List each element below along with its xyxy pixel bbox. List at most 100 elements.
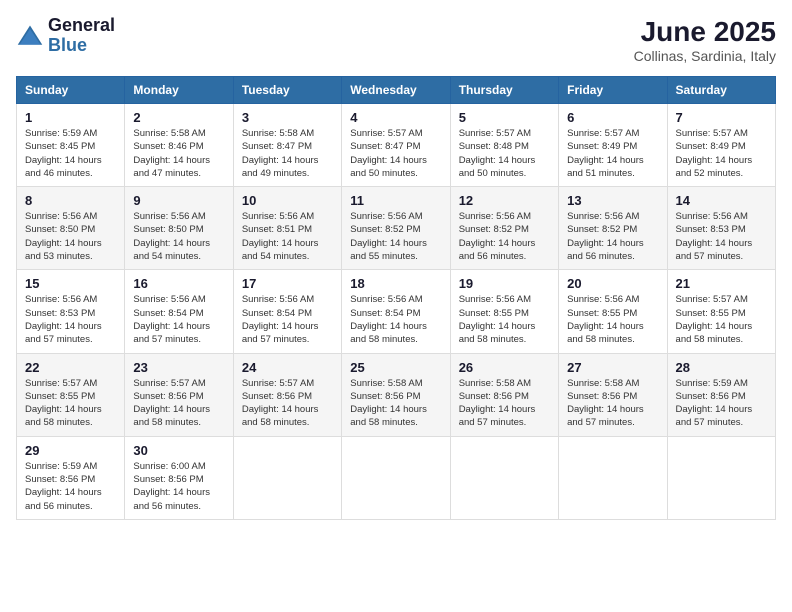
calendar-cell [342, 436, 450, 519]
day-info: Sunrise: 5:58 AMSunset: 8:56 PMDaylight:… [567, 377, 658, 430]
day-info: Sunrise: 5:56 AMSunset: 8:51 PMDaylight:… [242, 210, 333, 263]
day-number: 1 [25, 110, 116, 125]
day-number: 13 [567, 193, 658, 208]
day-info: Sunrise: 6:00 AMSunset: 8:56 PMDaylight:… [133, 460, 224, 513]
day-info: Sunrise: 5:56 AMSunset: 8:50 PMDaylight:… [133, 210, 224, 263]
day-info: Sunrise: 5:57 AMSunset: 8:48 PMDaylight:… [459, 127, 550, 180]
calendar-cell: 26 Sunrise: 5:58 AMSunset: 8:56 PMDayligh… [450, 353, 558, 436]
day-info: Sunrise: 5:56 AMSunset: 8:54 PMDaylight:… [242, 293, 333, 346]
day-info: Sunrise: 5:57 AMSunset: 8:56 PMDaylight:… [242, 377, 333, 430]
day-number: 8 [25, 193, 116, 208]
day-info: Sunrise: 5:56 AMSunset: 8:52 PMDaylight:… [459, 210, 550, 263]
calendar-cell [233, 436, 341, 519]
calendar-cell [450, 436, 558, 519]
day-info: Sunrise: 5:56 AMSunset: 8:55 PMDaylight:… [567, 293, 658, 346]
calendar-cell: 10 Sunrise: 5:56 AMSunset: 8:51 PMDayligh… [233, 187, 341, 270]
calendar-cell: 20Sunrise: 5:56 AMSunset: 8:55 PMDayligh… [559, 270, 667, 353]
day-number: 25 [350, 360, 441, 375]
day-number: 4 [350, 110, 441, 125]
logo-blue-text: Blue [48, 36, 115, 56]
calendar-week-row: 15 Sunrise: 5:56 AMSunset: 8:53 PMDayligh… [17, 270, 776, 353]
calendar-week-row: 8 Sunrise: 5:56 AMSunset: 8:50 PMDaylight… [17, 187, 776, 270]
day-info: Sunrise: 5:57 AMSunset: 8:47 PMDaylight:… [350, 127, 441, 180]
day-number: 16 [133, 276, 224, 291]
day-info: Sunrise: 5:57 AMSunset: 8:49 PMDaylight:… [676, 127, 767, 180]
calendar-cell [667, 436, 775, 519]
day-number: 12 [459, 193, 550, 208]
calendar-cell: 30 Sunrise: 6:00 AMSunset: 8:56 PMDayligh… [125, 436, 233, 519]
weekday-header-wednesday: Wednesday [342, 77, 450, 104]
calendar-cell: 17 Sunrise: 5:56 AMSunset: 8:54 PMDayligh… [233, 270, 341, 353]
day-info: Sunrise: 5:56 AMSunset: 8:53 PMDaylight:… [676, 210, 767, 263]
calendar-cell: 16 Sunrise: 5:56 AMSunset: 8:54 PMDayligh… [125, 270, 233, 353]
day-number: 7 [676, 110, 767, 125]
calendar-cell: 25 Sunrise: 5:58 AMSunset: 8:56 PMDayligh… [342, 353, 450, 436]
day-info: Sunrise: 5:58 AMSunset: 8:47 PMDaylight:… [242, 127, 333, 180]
logo-general-text: General [48, 16, 115, 36]
weekday-header-friday: Friday [559, 77, 667, 104]
day-info: Sunrise: 5:56 AMSunset: 8:53 PMDaylight:… [25, 293, 116, 346]
day-number: 18 [350, 276, 441, 291]
day-info: Sunrise: 5:56 AMSunset: 8:52 PMDaylight:… [567, 210, 658, 263]
day-number: 10 [242, 193, 333, 208]
calendar-cell: 4 Sunrise: 5:57 AMSunset: 8:47 PMDaylight… [342, 104, 450, 187]
day-info: Sunrise: 5:56 AMSunset: 8:54 PMDaylight:… [350, 293, 441, 346]
logo-icon [16, 22, 44, 50]
calendar-cell: 22Sunrise: 5:57 AMSunset: 8:55 PMDayligh… [17, 353, 125, 436]
calendar-cell: 8Sunrise: 5:56 AMSunset: 8:50 PMDaylight… [17, 187, 125, 270]
calendar-cell: 21Sunrise: 5:57 AMSunset: 8:55 PMDayligh… [667, 270, 775, 353]
calendar-week-row: 22Sunrise: 5:57 AMSunset: 8:55 PMDayligh… [17, 353, 776, 436]
calendar-table: SundayMondayTuesdayWednesdayThursdayFrid… [16, 76, 776, 520]
calendar-cell: 23Sunrise: 5:57 AMSunset: 8:56 PMDayligh… [125, 353, 233, 436]
day-number: 11 [350, 193, 441, 208]
logo: General Blue [16, 16, 115, 56]
day-info: Sunrise: 5:56 AMSunset: 8:55 PMDaylight:… [459, 293, 550, 346]
day-number: 2 [133, 110, 224, 125]
calendar-cell: 5Sunrise: 5:57 AMSunset: 8:48 PMDaylight… [450, 104, 558, 187]
calendar-cell: 19 Sunrise: 5:56 AMSunset: 8:55 PMDayligh… [450, 270, 558, 353]
day-number: 24 [242, 360, 333, 375]
day-number: 21 [676, 276, 767, 291]
day-number: 3 [242, 110, 333, 125]
header: General Blue June 2025 Collinas, Sardini… [16, 16, 776, 64]
calendar-cell: 24 Sunrise: 5:57 AMSunset: 8:56 PMDayligh… [233, 353, 341, 436]
weekday-header-monday: Monday [125, 77, 233, 104]
weekday-header-thursday: Thursday [450, 77, 558, 104]
title-section: June 2025 Collinas, Sardinia, Italy [634, 16, 776, 64]
day-number: 17 [242, 276, 333, 291]
day-number: 27 [567, 360, 658, 375]
calendar-week-row: 1Sunrise: 5:59 AMSunset: 8:45 PMDaylight… [17, 104, 776, 187]
calendar-week-row: 29 Sunrise: 5:59 AMSunset: 8:56 PMDayligh… [17, 436, 776, 519]
calendar-cell: 15 Sunrise: 5:56 AMSunset: 8:53 PMDayligh… [17, 270, 125, 353]
calendar-cell: 13 Sunrise: 5:56 AMSunset: 8:52 PMDayligh… [559, 187, 667, 270]
calendar-cell: 3 Sunrise: 5:58 AMSunset: 8:47 PMDaylight… [233, 104, 341, 187]
day-info: Sunrise: 5:56 AMSunset: 8:52 PMDaylight:… [350, 210, 441, 263]
day-number: 15 [25, 276, 116, 291]
day-number: 19 [459, 276, 550, 291]
calendar-cell: 2 Sunrise: 5:58 AMSunset: 8:46 PMDaylight… [125, 104, 233, 187]
day-number: 30 [133, 443, 224, 458]
calendar-cell: 7 Sunrise: 5:57 AMSunset: 8:49 PMDaylight… [667, 104, 775, 187]
calendar-cell: 12 Sunrise: 5:56 AMSunset: 8:52 PMDayligh… [450, 187, 558, 270]
weekday-header-sunday: Sunday [17, 77, 125, 104]
calendar-cell: 1Sunrise: 5:59 AMSunset: 8:45 PMDaylight… [17, 104, 125, 187]
day-info: Sunrise: 5:57 AMSunset: 8:49 PMDaylight:… [567, 127, 658, 180]
weekday-header-tuesday: Tuesday [233, 77, 341, 104]
day-info: Sunrise: 5:58 AMSunset: 8:46 PMDaylight:… [133, 127, 224, 180]
calendar-cell: 18 Sunrise: 5:56 AMSunset: 8:54 PMDayligh… [342, 270, 450, 353]
day-number: 29 [25, 443, 116, 458]
calendar-cell: 6Sunrise: 5:57 AMSunset: 8:49 PMDaylight… [559, 104, 667, 187]
weekday-header-saturday: Saturday [667, 77, 775, 104]
day-info: Sunrise: 5:58 AMSunset: 8:56 PMDaylight:… [459, 377, 550, 430]
calendar-cell [559, 436, 667, 519]
day-info: Sunrise: 5:57 AMSunset: 8:55 PMDaylight:… [25, 377, 116, 430]
day-info: Sunrise: 5:56 AMSunset: 8:54 PMDaylight:… [133, 293, 224, 346]
day-number: 28 [676, 360, 767, 375]
calendar-cell: 28Sunrise: 5:59 AMSunset: 8:56 PMDayligh… [667, 353, 775, 436]
day-number: 14 [676, 193, 767, 208]
day-number: 26 [459, 360, 550, 375]
day-info: Sunrise: 5:59 AMSunset: 8:56 PMDaylight:… [25, 460, 116, 513]
day-info: Sunrise: 5:58 AMSunset: 8:56 PMDaylight:… [350, 377, 441, 430]
calendar-cell: 27 Sunrise: 5:58 AMSunset: 8:56 PMDayligh… [559, 353, 667, 436]
weekday-header-row: SundayMondayTuesdayWednesdayThursdayFrid… [17, 77, 776, 104]
